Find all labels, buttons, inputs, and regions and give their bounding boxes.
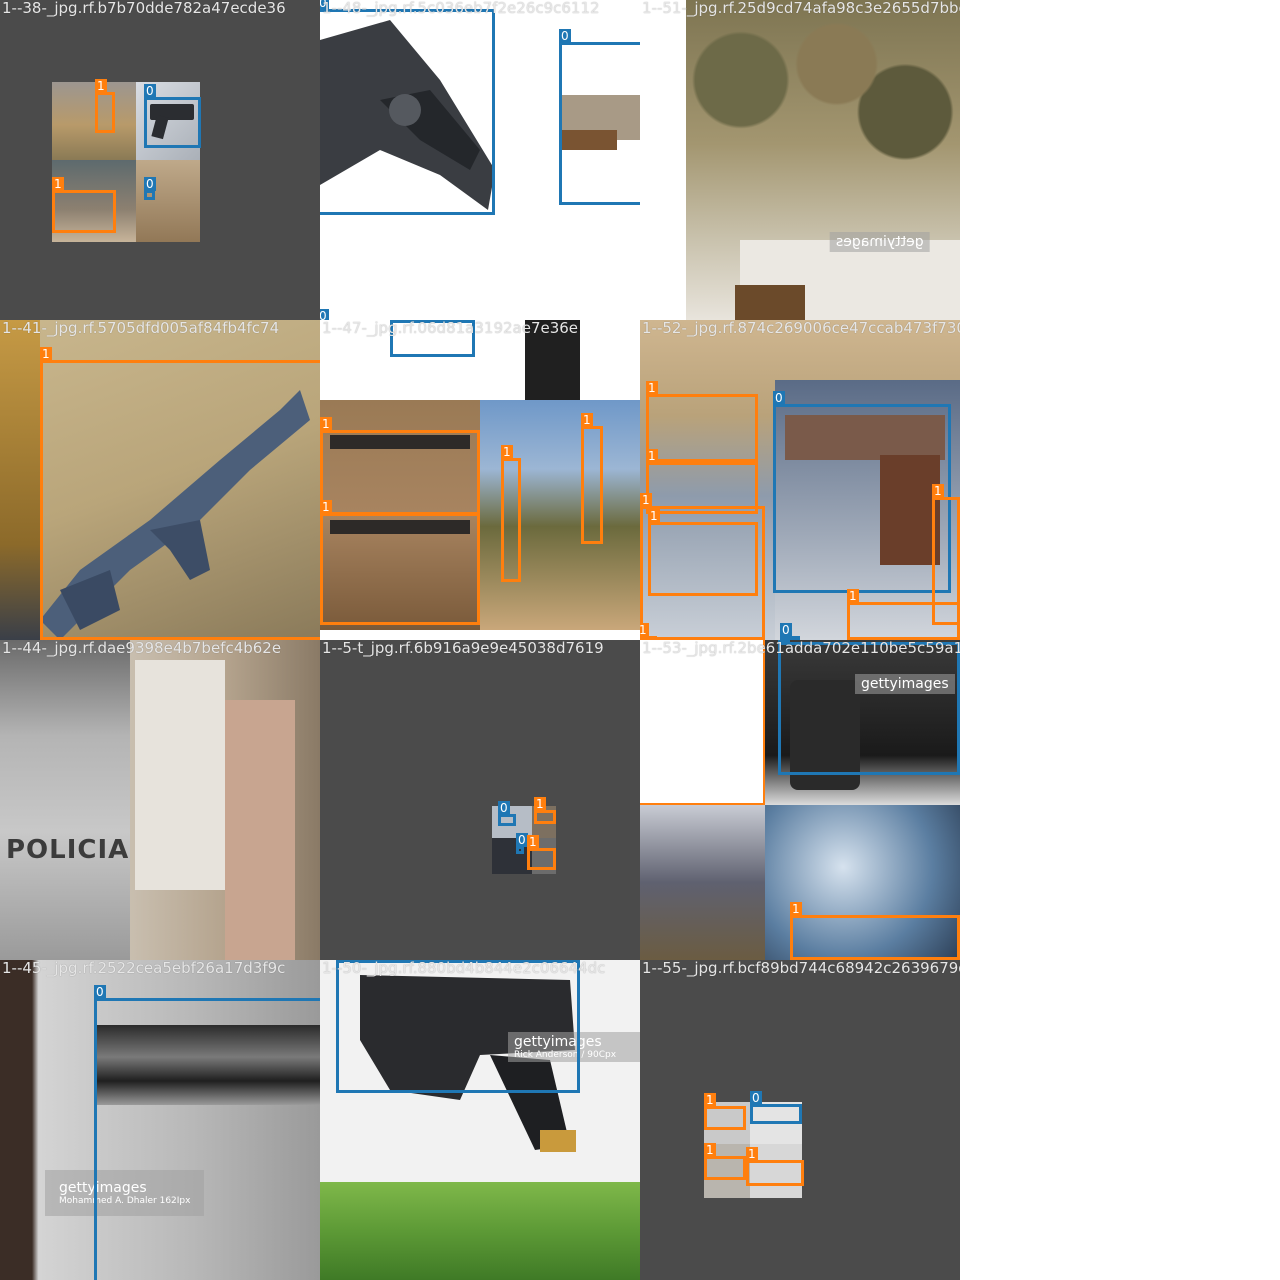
mosaic-tile-12: 1 0 1 1 1--55-_jpg.rf.bcf89bd744c68942c2… — [640, 960, 960, 1280]
bbox-class-1: 1 — [95, 79, 115, 133]
bbox-class-0: 0 — [773, 391, 951, 593]
image-filename: 1--45-_jpg.rf.2522cea5ebf26a17d3f9c — [2, 960, 286, 977]
mosaic-tile-2: 0 0 0 1--48-_jpg.rf.5c036eb7f2e26c9c6112 — [320, 0, 640, 320]
bbox-class-1: 1 — [704, 1093, 746, 1130]
bbox-class-1: 1 — [581, 413, 603, 544]
photo-patch — [640, 805, 765, 960]
wall-panel — [225, 700, 295, 960]
bbox-class-1: 1 — [52, 177, 116, 233]
image-filename: 1--52-_jpg.rf.874c269006ce47ccab473f7303 — [642, 320, 960, 337]
bbox-label: 0 — [780, 623, 792, 637]
bbox-label: 1 — [648, 509, 660, 523]
bbox-label: 1 — [847, 589, 859, 603]
bbox-label: 1 — [646, 381, 658, 395]
image-filename: 1--55-_jpg.rf.bcf89bd744c68942c2639679d7 — [642, 960, 960, 977]
bbox-class-0: 0 — [778, 640, 960, 775]
bbox-class-1: 1 — [790, 902, 960, 960]
image-filename: 1--51-_jpg.rf.25d9cd74afa98c3e2655d7bbcb… — [642, 0, 960, 17]
bbox-class-1: 1 — [40, 347, 320, 640]
bbox-label: 1 — [704, 1093, 716, 1107]
bbox-class-0: 0 — [320, 0, 495, 215]
bbox-class-0: 0 — [559, 29, 640, 205]
bbox-label: 1 — [646, 449, 658, 463]
bbox-label: 1 — [640, 493, 652, 507]
bbox-class-0: 0 — [144, 177, 156, 200]
bbox-class-1: 1 — [704, 1143, 746, 1180]
bbox-label: 0 — [516, 833, 528, 847]
bbox-class-1: 1 — [746, 1147, 804, 1186]
mosaic-tile-7: POLICIA 1--44-_jpg.rf.dae9398e4b7befc4b6… — [0, 640, 320, 960]
mosaic-tile-5: 1 1 1 1 1--47-_jpg.rf.06d81a3192ae7e36e — [320, 320, 640, 640]
bbox-label: 0 — [144, 177, 156, 191]
bbox-class-1: 1 — [527, 835, 556, 870]
bbox-class-1: 1 — [501, 445, 521, 582]
bbox-label: 0 — [144, 84, 156, 98]
bbox-label: 1 — [746, 1147, 758, 1161]
bbox-label: 0 — [320, 309, 329, 320]
mosaic-tile-9: gettyimages 0 1 1--53-_jpg.rf.2be61adda7… — [640, 640, 960, 960]
mosaic-tile-6: 1 0 1 1 1 1 1 0 1 1--52-_jpg.rf.874c2690… — [640, 320, 960, 640]
bbox-class-0: 0 — [516, 833, 528, 854]
bbox-label: 1 — [534, 797, 546, 811]
mosaic-tile-3: gettyimages 1--51-_jpg.rf.25d9cd74afa98c… — [640, 0, 960, 320]
mosaic-tile-11: gettyimages Rick Anderson / 90Cpx 0 1--5… — [320, 960, 640, 1280]
bbox-class-0: 0 — [144, 84, 201, 148]
image-filename: 1--48-_jpg.rf.5c036eb7f2e26c9c6112 — [322, 0, 600, 17]
bbox-label: 1 — [320, 417, 332, 431]
bbox-label: 1 — [640, 623, 649, 637]
bbox-label: 1 — [52, 177, 64, 191]
photo-patch — [52, 82, 136, 160]
bbox-label: 1 — [790, 902, 802, 916]
bbox-class-0: 0 — [498, 801, 516, 826]
image-filename: 1--38-_jpg.rf.b7b70dde782a47ecde36 — [2, 0, 286, 17]
bbox-label: 0 — [498, 801, 510, 815]
image-filename: 1--44-_jpg.rf.dae9398e4b7befc4b62e — [2, 640, 282, 657]
image-filename: 1--50-_jpg.rf.880bd4b844e2c06644dc — [322, 960, 606, 977]
bbox-label: 1 — [581, 413, 593, 427]
bbox-label: 0 — [559, 29, 571, 43]
bbox-label: 1 — [932, 484, 944, 498]
image-filename: 1--5-t_jpg.rf.6b916a9e9e45038d7619 — [322, 640, 604, 657]
bbox-label: 1 — [95, 79, 107, 93]
image-filename: 1--47-_jpg.rf.06d81a3192ae7e36e — [322, 320, 579, 337]
mosaic-tile-8: 0 1 0 1 1--5-t_jpg.rf.6b916a9e9e45038d76… — [320, 640, 640, 960]
bbox-label: 0 — [750, 1091, 762, 1105]
watermark: gettyimages — [830, 232, 930, 252]
bbox-label: 1 — [501, 445, 513, 459]
bbox-label: 0 — [773, 391, 785, 405]
bbox-label: 1 — [320, 500, 332, 514]
bbox-class-1: 1 — [646, 381, 758, 462]
bbox-label: 1 — [40, 347, 52, 361]
photo-patch — [136, 160, 200, 242]
vest-lettering: POLICIA — [6, 835, 130, 865]
bbox-class-1: 1 — [847, 589, 960, 640]
bbox-class-0: 0 — [336, 960, 580, 1093]
target-poster — [135, 660, 225, 890]
bbox-class-1: 1 — [648, 509, 758, 596]
bbox-class-0: 0 — [94, 985, 320, 1280]
mosaic-tile-10: gettyimages Mohammed A. Dhaler 162Ipx 0 … — [0, 960, 320, 1280]
mosaic-tile-1: 1 0 1 0 1--38-_jpg.rf.b7b70dde782a47ecde… — [0, 0, 320, 320]
bbox-class-1: 1 — [320, 500, 480, 625]
bbox-class-1: 1 — [534, 797, 556, 824]
bbox-class-0: 0 — [750, 1091, 802, 1124]
bbox-label: 1 — [704, 1143, 716, 1157]
image-filename: 1--53-_jpg.rf.2be61adda702e110be5c59a147 — [642, 640, 960, 657]
frame-edge — [640, 640, 765, 805]
bbox-label: 1 — [527, 835, 539, 849]
wooden-box — [735, 285, 805, 320]
bbox-label: 0 — [94, 985, 106, 999]
tile-background — [320, 640, 640, 960]
bbox-class-1: 1 — [320, 417, 480, 515]
mosaic-tile-4: 1 1--41-_jpg.rf.5705dfd005af84fb4fc74 — [0, 320, 320, 640]
image-filename: 1--41-_jpg.rf.5705dfd005af84fb4fc74 — [2, 320, 280, 337]
officer-figure — [0, 640, 130, 960]
